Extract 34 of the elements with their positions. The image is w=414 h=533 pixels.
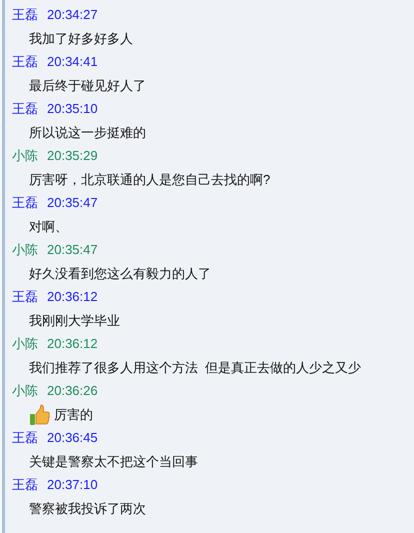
sender-name: 王磊 — [12, 194, 38, 212]
message-time: 20:34:41 — [47, 53, 98, 72]
message-text: 警察被我投诉了两次 — [29, 500, 146, 518]
message-time: 20:36:26 — [47, 382, 98, 400]
sender-name: 王磊 — [12, 429, 38, 448]
sender-name: 王磊 — [12, 6, 38, 24]
sender-name: 王磊 — [12, 288, 38, 306]
message-text: 厉害的 — [54, 406, 93, 424]
message-text: 好久没看到您这么有毅力的人了 — [29, 264, 211, 283]
message-text: 最后终于碰见好人了 — [29, 76, 146, 95]
sender-name: 小陈 — [12, 241, 38, 260]
message-text: 厉害呀，北京联通的人是您自己去找的啊? — [29, 170, 270, 189]
message-time: 20:36:45 — [47, 429, 98, 448]
sender-name: 小陈 — [12, 335, 38, 354]
message-time: 20:36:12 — [47, 335, 98, 354]
message-time: 20:34:27 — [47, 6, 98, 24]
sender-name: 小陈 — [12, 147, 38, 166]
message-time: 20:35:47 — [47, 241, 98, 260]
sender-name: 王磊 — [12, 476, 38, 494]
message-text: 所以说这一步挺难的 — [29, 124, 146, 142]
message-text: 我们推荐了很多人用这个方法 但是真正去做的人少之又少 — [29, 358, 362, 377]
message-time: 20:35:10 — [47, 100, 98, 118]
thumbs-up-icon — [29, 404, 51, 426]
message-time: 20:37:10 — [47, 476, 98, 494]
message-time: 20:35:47 — [47, 194, 98, 212]
message-text: 我加了好多好多人 — [29, 30, 133, 48]
sender-name: 王磊 — [12, 100, 38, 118]
sender-name: 小陈 — [12, 382, 38, 400]
message-text: 我刚刚大学毕业 — [29, 312, 120, 330]
sender-name: 王磊 — [12, 53, 38, 72]
message-time: 20:35:29 — [47, 147, 98, 166]
message-text: 对啊、 — [29, 218, 68, 236]
message-time: 20:36:12 — [47, 288, 98, 306]
message-text: 关键是警察太不把这个当回事 — [29, 452, 198, 471]
